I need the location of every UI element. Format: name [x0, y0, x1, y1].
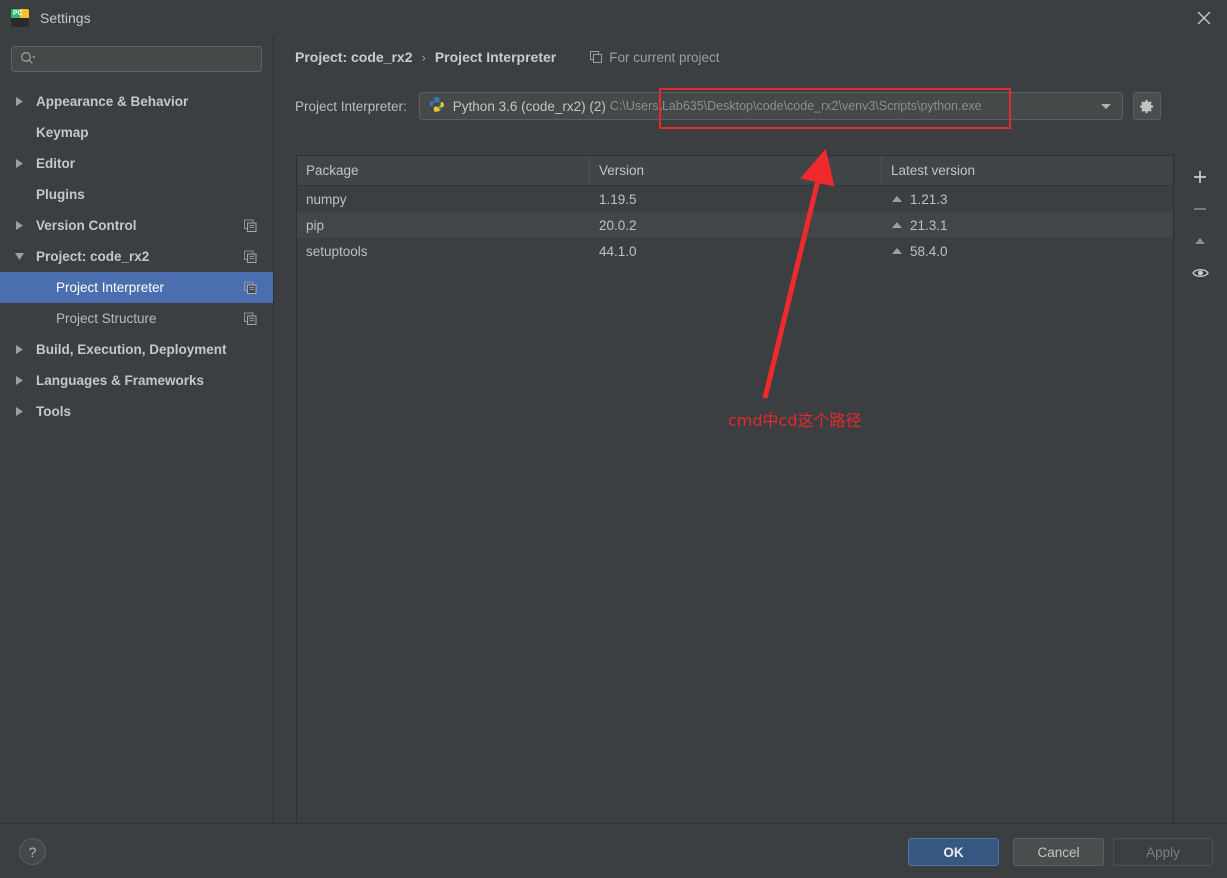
chevron-right-icon[interactable]: [10, 96, 28, 107]
column-header-package[interactable]: Package: [297, 156, 590, 185]
copy-icon: [244, 219, 257, 232]
search-box[interactable]: [11, 46, 262, 72]
sidebar-item-label: Project Structure: [56, 311, 157, 326]
sidebar-item-project-interpreter[interactable]: Project Interpreter: [0, 272, 273, 303]
chevron-right-icon[interactable]: [10, 344, 28, 355]
window-titlebar: PC Settings: [0, 0, 1227, 36]
interpreter-path: C:\Users\Lab635\Desktop\code\code_rx2\ve…: [609, 99, 982, 113]
add-package-button[interactable]: [1185, 162, 1215, 192]
sidebar-item-label: Build, Execution, Deployment: [36, 342, 227, 357]
search-icon: [20, 51, 36, 68]
table-row[interactable]: setuptools 44.1.0 58.4.0: [297, 238, 1173, 264]
cell-latest-version: 21.3.1: [882, 212, 1173, 238]
cell-package: setuptools: [306, 243, 368, 259]
dialog-footer: ? OK Cancel Apply: [0, 823, 1227, 878]
chevron-right-icon[interactable]: [10, 375, 28, 386]
ok-button[interactable]: OK: [908, 838, 999, 866]
breadcrumb-separator: ›: [421, 49, 426, 65]
settings-tree: Appearance & Behavior Keymap Editor Plugins…: [0, 86, 273, 427]
packages-table: Package Version Latest version numpy 1.19…: [296, 155, 1174, 835]
search-input[interactable]: [42, 51, 252, 67]
gear-icon[interactable]: [1132, 92, 1161, 120]
column-header-version[interactable]: Version: [590, 156, 882, 185]
sidebar-item-plugins[interactable]: Plugins: [0, 179, 273, 210]
chevron-down-icon[interactable]: [1100, 102, 1112, 110]
sidebar-item-project-code-rx2[interactable]: Project: code_rx2: [0, 241, 273, 272]
apply-button[interactable]: Apply: [1113, 838, 1213, 866]
cell-version: 44.1.0: [599, 243, 637, 259]
table-row[interactable]: pip 20.0.2 21.3.1: [297, 212, 1173, 238]
sidebar-item-editor[interactable]: Editor: [0, 148, 273, 179]
chevron-right-icon[interactable]: [10, 220, 28, 231]
sidebar-item-label: Keymap: [36, 125, 89, 140]
remove-package-button[interactable]: [1185, 194, 1215, 224]
sidebar-item-label: Project Interpreter: [56, 280, 165, 295]
up-triangle-icon: [891, 244, 903, 259]
sidebar-item-appearance-behavior[interactable]: Appearance & Behavior: [0, 86, 273, 117]
pycharm-icon: PC: [11, 9, 29, 27]
cell-version: 20.0.2: [599, 217, 637, 233]
sidebar-item-label: Tools: [36, 404, 71, 419]
sidebar-item-build-execution-deployment[interactable]: Build, Execution, Deployment: [0, 334, 273, 365]
cell-latest-version: 1.21.3: [882, 186, 1173, 212]
scope-label: For current project: [609, 49, 720, 65]
cancel-button[interactable]: Cancel: [1013, 838, 1104, 866]
interpreter-label: Project Interpreter:: [295, 98, 407, 114]
copy-icon: [244, 312, 257, 325]
packages-toolbar: [1174, 155, 1226, 835]
help-button[interactable]: ?: [19, 838, 46, 865]
table-row[interactable]: numpy 1.19.5 1.21.3: [297, 186, 1173, 212]
sidebar-item-label: Project: code_rx2: [36, 249, 150, 264]
close-icon[interactable]: [1181, 0, 1227, 36]
chevron-down-icon[interactable]: [10, 252, 28, 261]
copy-icon: [244, 250, 257, 263]
table-header: Package Version Latest version: [297, 156, 1173, 186]
cell-version: 1.19.5: [599, 191, 637, 207]
interpreter-name: Python 3.6 (code_rx2) (2): [452, 98, 606, 114]
interpreter-row: Project Interpreter: Python 3.6 (code_rx…: [295, 92, 1161, 120]
scope-indicator: For current project: [590, 49, 720, 65]
settings-sidebar: Appearance & Behavior Keymap Editor Plugins…: [0, 36, 274, 823]
annotation-text: cmd中cd这个路径: [728, 411, 862, 430]
copy-icon: [244, 281, 257, 294]
chevron-right-icon[interactable]: [10, 158, 28, 169]
sidebar-item-label: Appearance & Behavior: [36, 94, 189, 109]
upgrade-package-button[interactable]: [1185, 226, 1215, 256]
table-body: numpy 1.19.5 1.21.3 pip 20.0.2 21.3.1 setuptoo…: [297, 186, 1173, 264]
column-header-latest-version[interactable]: Latest version: [882, 156, 1173, 185]
sidebar-item-tools[interactable]: Tools: [0, 396, 273, 427]
sidebar-item-label: Plugins: [36, 187, 85, 202]
cell-package: pip: [306, 217, 325, 233]
up-triangle-icon: [891, 192, 903, 207]
chevron-right-icon[interactable]: [10, 406, 28, 417]
sidebar-item-keymap[interactable]: Keymap: [0, 117, 273, 148]
sidebar-item-label: Editor: [36, 156, 75, 171]
cell-package: numpy: [306, 191, 347, 207]
copy-icon: [590, 51, 609, 63]
latest-version-text: 1.21.3: [910, 191, 948, 207]
interpreter-dropdown[interactable]: Python 3.6 (code_rx2) (2) C:\Users\Lab63…: [418, 92, 1123, 120]
python-venv-icon: [428, 96, 445, 116]
sidebar-item-label: Version Control: [36, 218, 137, 233]
sidebar-item-project-structure[interactable]: Project Structure: [0, 303, 273, 334]
sidebar-item-version-control[interactable]: Version Control: [0, 210, 273, 241]
up-triangle-icon: [891, 218, 903, 233]
breadcrumb-current: Project Interpreter: [434, 49, 557, 65]
cell-latest-version: 58.4.0: [882, 238, 1173, 264]
sidebar-item-label: Languages & Frameworks: [36, 373, 205, 388]
window-title: Settings: [40, 10, 91, 26]
breadcrumb: Project: code_rx2 › Project Interpreter …: [295, 46, 720, 68]
breadcrumb-parent[interactable]: Project: code_rx2: [295, 49, 413, 65]
sidebar-item-languages-frameworks[interactable]: Languages & Frameworks: [0, 365, 273, 396]
latest-version-text: 21.3.1: [910, 217, 948, 233]
latest-version-text: 58.4.0: [910, 243, 948, 259]
show-early-releases-button[interactable]: [1185, 258, 1215, 288]
